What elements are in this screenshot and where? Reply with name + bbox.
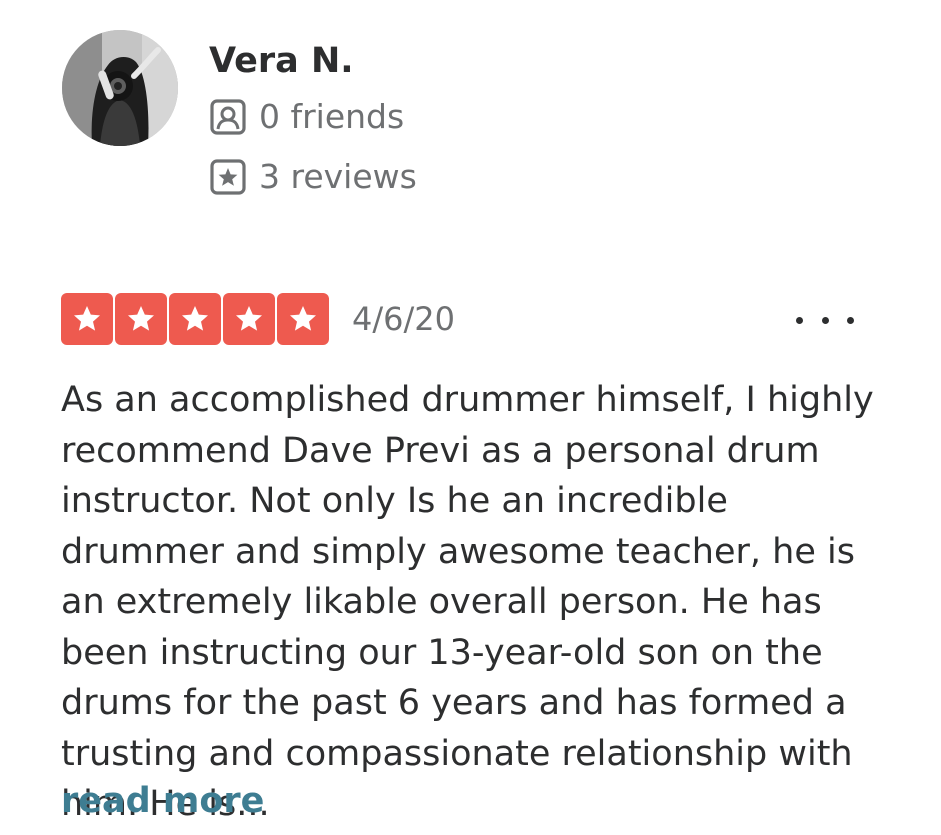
user-photo-avatar-icon <box>62 30 178 146</box>
avatar[interactable] <box>62 30 178 146</box>
reviews-count-label: 3 reviews <box>259 157 417 196</box>
friends-icon <box>209 98 247 136</box>
star-icon <box>223 293 275 345</box>
friends-count-label: 0 friends <box>259 97 405 136</box>
more-options-icon <box>847 316 854 324</box>
review-date: 4/6/20 <box>352 300 455 338</box>
more-options-icon <box>821 316 829 324</box>
read-more-link[interactable]: read more <box>61 778 264 824</box>
star-icon <box>115 293 167 345</box>
more-options-icon <box>796 316 803 324</box>
friends-count: 0 friends <box>209 97 404 137</box>
star-rating <box>61 293 329 345</box>
more-options-button[interactable] <box>796 305 854 335</box>
star-icon <box>169 293 221 345</box>
reviews-count: 3 reviews <box>209 157 417 197</box>
review-text: As an accomplished drummer himself, I hi… <box>61 380 874 824</box>
user-name[interactable]: Vera N. <box>209 38 354 84</box>
star-icon <box>61 293 113 345</box>
star-icon <box>277 293 329 345</box>
reviews-icon <box>209 158 247 196</box>
